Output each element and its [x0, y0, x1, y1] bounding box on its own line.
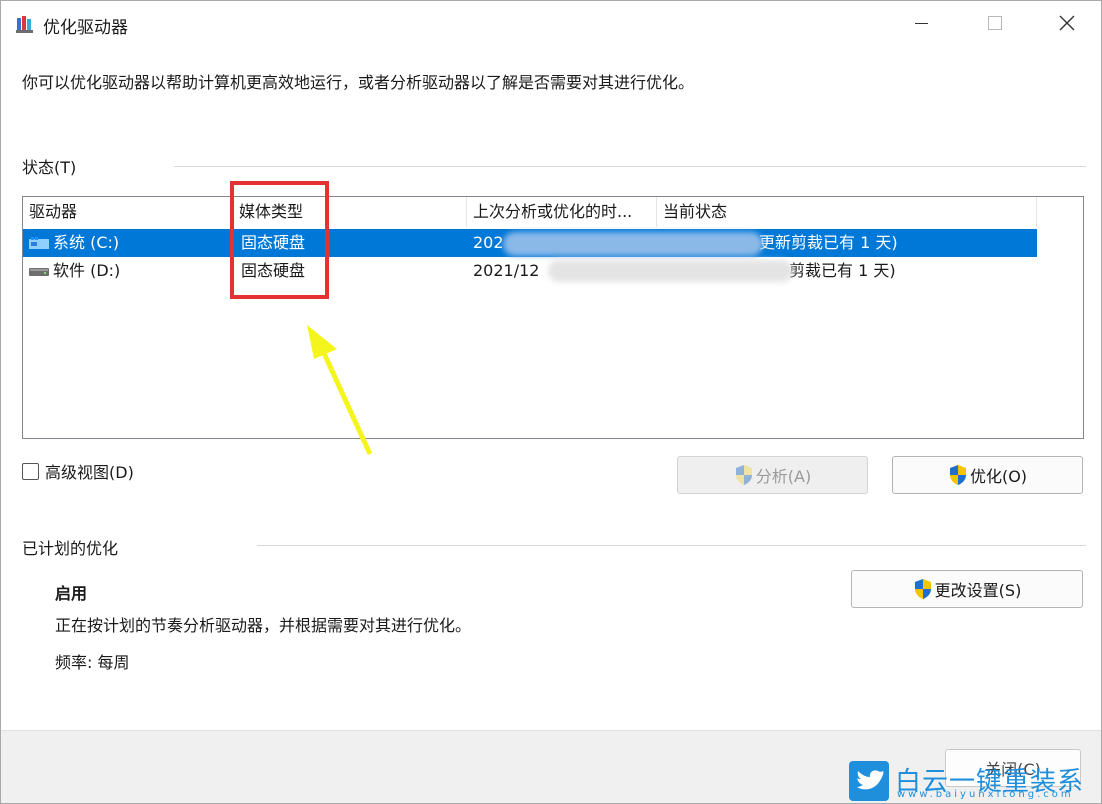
current-status: 剪裁已有 1 天)	[789, 261, 896, 280]
optimize-drives-window: 优化驱动器 你可以优化驱动器以帮助计算机更高效地运行，或者分析驱动器以了解是否需…	[0, 0, 1102, 804]
uac-shield-icon	[735, 465, 752, 485]
drive-name: 软件 (D:)	[53, 261, 121, 280]
optimize-button-label: 优化(O)	[969, 467, 1028, 486]
uac-shield-icon	[949, 465, 966, 485]
analyze-button[interactable]: 分析(A)	[677, 456, 868, 494]
title-bar: 优化驱动器	[1, 1, 1101, 45]
column-header-media-type[interactable]: 媒体类型	[233, 197, 467, 227]
schedule-frequency: 频率: 每周	[55, 653, 130, 672]
scheduled-divider	[257, 545, 1086, 546]
redaction-blur	[548, 260, 793, 282]
watermark-url: www.baiyunxitong.com	[897, 789, 1074, 800]
defrag-app-icon	[16, 16, 33, 33]
drive-list[interactable]: 驱动器 媒体类型 上次分析或优化的时... 当前状态 系统 (C:) 固态硬盘 …	[22, 196, 1084, 439]
drive-name: 系统 (C:)	[53, 233, 120, 252]
last-run: 2021/12	[473, 261, 540, 280]
last-run: 202	[473, 233, 504, 252]
status-divider	[174, 166, 1086, 167]
close-icon	[1059, 15, 1075, 31]
table-row[interactable]: 软件 (D:) 固态硬盘 2021/12 剪裁已有 1 天)	[23, 257, 1037, 285]
close-window-button[interactable]	[1039, 1, 1095, 45]
redaction-blur	[503, 232, 763, 256]
change-settings-button[interactable]: 更改设置(S)	[851, 570, 1083, 608]
optimize-button[interactable]: 优化(O)	[892, 456, 1083, 494]
column-header-current-status[interactable]: 当前状态	[657, 197, 1037, 227]
maximize-button	[967, 1, 1023, 45]
media-type: 固态硬盘	[241, 261, 306, 280]
advanced-view-label: 高级视图(D)	[45, 463, 134, 482]
minimize-icon	[914, 22, 928, 24]
minimize-button[interactable]	[893, 1, 949, 45]
maximize-icon	[988, 16, 1002, 30]
media-type: 固态硬盘	[241, 233, 306, 252]
schedule-state: 启用	[55, 584, 88, 603]
disk-drive-icon	[29, 268, 49, 276]
analyze-button-label: 分析(A)	[755, 467, 812, 486]
scheduled-section-label: 已计划的优化	[22, 539, 119, 558]
table-row[interactable]: 系统 (C:) 固态硬盘 202 更新剪裁已有 1 天)	[23, 229, 1037, 257]
advanced-view-toggle[interactable]: 高级视图(D)	[22, 459, 134, 483]
advanced-view-checkbox[interactable]	[22, 462, 39, 480]
watermark-bird-icon	[849, 761, 889, 801]
status-section-label: 状态(T)	[22, 158, 77, 177]
uac-shield-icon	[914, 579, 931, 599]
window-title: 优化驱动器	[43, 18, 128, 38]
column-header-last-run[interactable]: 上次分析或优化的时...	[467, 197, 657, 227]
change-settings-label: 更改设置(S)	[934, 581, 1022, 600]
system-drive-icon	[29, 237, 49, 249]
intro-text: 你可以优化驱动器以帮助计算机更高效地运行，或者分析驱动器以了解是否需要对其进行优…	[22, 73, 695, 92]
schedule-description: 正在按计划的节奏分析驱动器，并根据需要对其进行优化。	[55, 616, 472, 635]
column-header-drive[interactable]: 驱动器	[23, 197, 233, 227]
watermark: 白云一键重装系统 www.baiyunxitong.com	[849, 761, 1101, 803]
current-status: 更新剪裁已有 1 天)	[759, 233, 898, 252]
